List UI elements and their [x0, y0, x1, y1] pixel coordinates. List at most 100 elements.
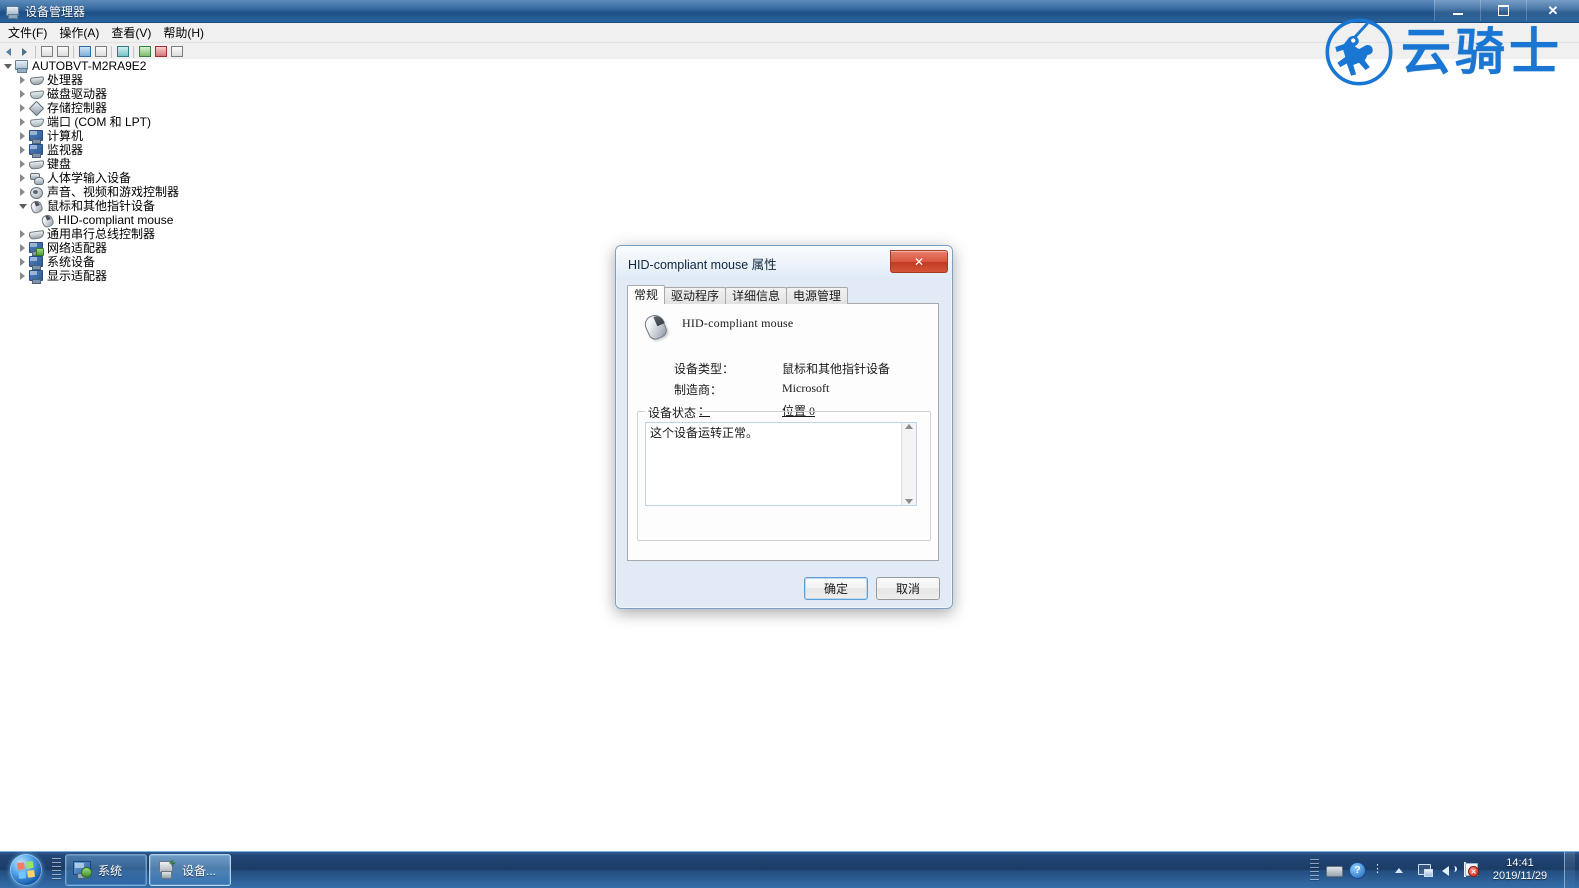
tree-node-label: 处理器: [47, 73, 84, 87]
property-key: 制造商：: [674, 383, 723, 397]
menu-view[interactable]: 查看(V): [105, 22, 157, 44]
toolbar-back-icon[interactable]: [1, 44, 16, 59]
tab-driver[interactable]: 驱动程序: [664, 287, 727, 304]
help-tray-icon[interactable]: ?: [1349, 862, 1366, 879]
toolbar-help-icon[interactable]: [77, 44, 92, 59]
status-scrollbar[interactable]: [901, 423, 916, 505]
overflow-dots-icon[interactable]: ⋮: [1372, 862, 1388, 878]
tree-expander[interactable]: [17, 185, 28, 199]
tree-node-processor[interactable]: 处理器: [0, 73, 1579, 87]
scroll-up-icon[interactable]: [905, 424, 913, 429]
window-titlebar[interactable]: 设备管理器 ✕: [0, 0, 1579, 23]
tree-expander[interactable]: [17, 269, 28, 283]
tree-expander[interactable]: [17, 129, 28, 143]
tree-node-sound-video-game[interactable]: 声音、视频和游戏控制器: [0, 185, 1579, 199]
show-desktop-button[interactable]: [1564, 852, 1575, 888]
tray-grip[interactable]: [1310, 859, 1319, 881]
system-device-icon: [28, 255, 44, 270]
tree-node-storage-controllers[interactable]: 存储控制器: [0, 100, 1579, 117]
processor-icon: [28, 73, 44, 87]
start-orb[interactable]: [2, 853, 50, 887]
dialog-close-button[interactable]: ✕: [890, 250, 948, 273]
tree-node-label: 存储控制器: [47, 101, 108, 115]
tree-expander[interactable]: [17, 227, 28, 241]
tree-expander[interactable]: [17, 143, 28, 157]
volume-tray-icon[interactable]: [1441, 862, 1457, 878]
device-properties-dialog: HID-compliant mouse 属性 ✕ 常规 驱动程序 详细信息 电源…: [615, 245, 953, 609]
toolbar-uninstall-device-icon[interactable]: [169, 44, 184, 59]
toolbar-separator-3: [111, 45, 112, 58]
tree-expander[interactable]: [17, 157, 28, 171]
property-row: 制造商： Microsoft: [674, 379, 890, 400]
network-tray-icon[interactable]: [1418, 862, 1434, 878]
tree-node-mice[interactable]: 鼠标和其他指针设备: [0, 199, 1579, 215]
tree-node-computer[interactable]: 计算机: [0, 129, 1579, 144]
tree-expander[interactable]: [17, 101, 28, 115]
ports-icon: [28, 115, 44, 129]
menu-file[interactable]: 文件(F): [2, 22, 53, 44]
dialog-titlebar[interactable]: HID-compliant mouse 属性 ✕: [616, 246, 952, 280]
taskbar-button-system[interactable]: 系统: [65, 854, 147, 886]
toolbar-disable-device-icon[interactable]: [153, 44, 168, 59]
tree-node-root[interactable]: AUTOBVT-M2RA9E2: [0, 59, 1579, 73]
tree-node-ports[interactable]: 端口 (COM 和 LPT): [0, 115, 1579, 129]
toolbar-forward-icon[interactable]: [17, 44, 32, 59]
tree-expander[interactable]: [17, 241, 28, 255]
taskbar-clock[interactable]: 14:41 2019/11/29: [1487, 857, 1557, 883]
toolbar-properties-icon[interactable]: [55, 44, 70, 59]
tree-node-hid-compliant-mouse[interactable]: HID-compliant mouse: [0, 213, 1579, 229]
system-tray: ? ⋮ ✕ 14:41 2019/11/29: [1310, 852, 1579, 888]
tree-expander[interactable]: [17, 73, 28, 87]
dialog-close-icon: ✕: [913, 254, 925, 269]
tree-expander-root[interactable]: [2, 59, 13, 73]
cancel-button[interactable]: 取消: [876, 576, 940, 600]
toolbar-show-hide-console-tree-icon[interactable]: [39, 44, 54, 59]
maximize-icon: [1498, 5, 1509, 16]
tree-node-label: 磁盘驱动器: [47, 87, 108, 101]
hid-icon: [28, 171, 44, 185]
tab-general[interactable]: 常规: [627, 285, 666, 304]
tree-expander[interactable]: [17, 255, 28, 269]
toolbar-scan-hardware-changes-icon[interactable]: [137, 44, 152, 59]
property-value: Microsoft: [782, 381, 830, 395]
taskbar-button-device-manager[interactable]: + 设备...: [149, 854, 231, 886]
tree-node-label: 显示适配器: [47, 269, 108, 283]
tree-expander[interactable]: [17, 115, 28, 129]
tree-expander[interactable]: [17, 171, 28, 185]
windows-logo-icon: [10, 854, 42, 886]
action-center-tray-icon[interactable]: ✕: [1464, 862, 1480, 878]
tree-node-hid[interactable]: 人体学输入设备: [0, 171, 1579, 185]
window-controls: ✕: [1434, 0, 1579, 21]
toolbar-scan-icon[interactable]: [93, 44, 108, 59]
tree-node-label: 声音、视频和游戏控制器: [47, 185, 180, 199]
mouse-category-icon: [28, 199, 44, 215]
maximize-button[interactable]: [1480, 0, 1526, 21]
device-manager-window-icon: +: [156, 859, 176, 880]
show-hidden-icons-icon[interactable]: [1395, 862, 1411, 878]
toolbar-separator-4: [133, 45, 134, 58]
menu-action[interactable]: 操作(A): [53, 22, 105, 44]
dialog-body: 常规 驱动程序 详细信息 电源管理 HID-compliant mouse 设备…: [627, 285, 939, 562]
tree-expander[interactable]: [17, 87, 28, 101]
close-button[interactable]: ✕: [1526, 0, 1579, 21]
tab-details[interactable]: 详细信息: [725, 287, 788, 304]
tree-node-keyboards[interactable]: 键盘: [0, 157, 1579, 171]
tree-node-monitors[interactable]: 监视器: [0, 143, 1579, 158]
toolbar-update-driver-icon[interactable]: [115, 44, 130, 59]
minimize-button[interactable]: [1434, 0, 1480, 21]
disk-drive-icon: [28, 87, 44, 101]
tree-node-usb-controllers[interactable]: 通用串行总线控制器: [0, 227, 1579, 241]
window-title: 设备管理器: [25, 4, 86, 19]
taskbar-grip[interactable]: [52, 858, 61, 882]
clock-date: 2019/11/29: [1492, 870, 1548, 882]
network-adapter-icon: [28, 241, 44, 256]
menu-help[interactable]: 帮助(H): [157, 22, 210, 44]
tab-power-management[interactable]: 电源管理: [786, 287, 849, 304]
tree-node-disk-drives[interactable]: 磁盘驱动器: [0, 87, 1579, 101]
scroll-down-icon[interactable]: [905, 499, 913, 504]
tree-expander-mice[interactable]: [17, 199, 28, 213]
toolbar-separator-2: [73, 45, 74, 58]
taskbar-button-label: 系统: [98, 863, 123, 878]
keyboard-tray-icon[interactable]: [1326, 862, 1343, 878]
ok-button[interactable]: 确定: [804, 576, 868, 600]
